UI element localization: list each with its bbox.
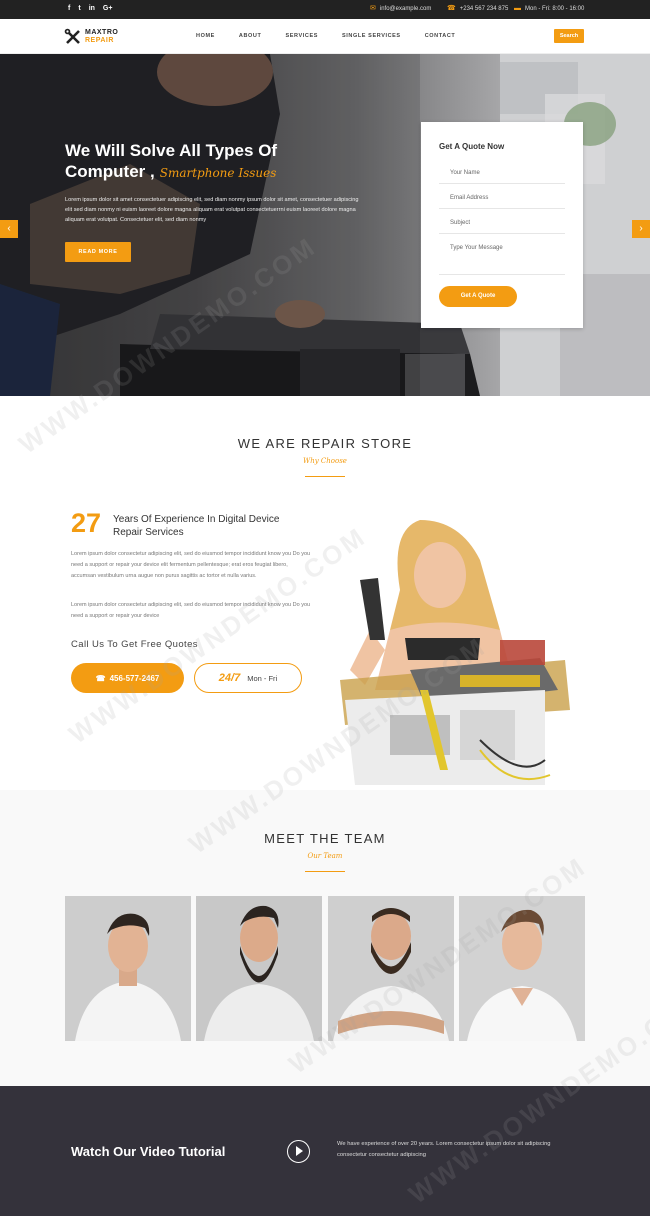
contact-email[interactable]: ✉ info@example.com [370, 5, 431, 13]
search-button[interactable]: Search [554, 29, 584, 43]
years-text: Years Of Experience In Digital Device Re… [113, 514, 280, 538]
subject-field[interactable]: Subject [439, 220, 565, 234]
email-text: info@example.com [379, 6, 432, 12]
hours-days: Mon - Fri [247, 673, 278, 683]
play-icon[interactable] [287, 1140, 310, 1163]
call-label: Call Us To Get Free Quotes [71, 639, 198, 650]
logo[interactable]: MAXTRO REPAIR [64, 26, 124, 48]
nav-menu: HOME ABOUT SERVICES SINGLE SERVICES CONT… [196, 33, 479, 39]
video-section: Watch Our Video Tutorial We have experie… [0, 1086, 650, 1216]
hero-description: Lorem ipsum dolor sit amet consectetuer … [65, 197, 359, 223]
google-plus-icon[interactable]: G+ [103, 5, 113, 13]
social-links: f t in G+ [68, 5, 112, 13]
hero-heading-line2: Computer , [65, 162, 155, 181]
team-member-3[interactable] [328, 896, 454, 1041]
nav-item-services[interactable]: SERVICES [285, 33, 318, 39]
email-field[interactable]: Email Address [439, 195, 565, 209]
hours-button[interactable]: 24/7 Mon - Fri [194, 663, 302, 693]
repair-store-subtitle: Why Choose [303, 457, 347, 465]
logo-text-secondary: REPAIR [85, 37, 114, 44]
phone-text: +234 567 234 875 [459, 6, 509, 12]
team-member-1[interactable] [65, 896, 191, 1041]
nav-item-about[interactable]: ABOUT [239, 33, 262, 39]
hours-24-7: 24/7 [218, 672, 241, 684]
contact-hours: ▬ Mon - Fri: 8:00 - 16:00 [514, 5, 584, 13]
nav-item-home[interactable]: HOME [196, 33, 215, 39]
team-member-4-photo [459, 896, 585, 1041]
nav-item-single-services[interactable]: SINGLE SERVICES [342, 33, 401, 39]
call-phone-button[interactable]: ☎ 456-577-2467 [71, 663, 184, 693]
call-phone-number: 456-577-2467 [109, 673, 160, 683]
nav-item-contact[interactable]: CONTACT [425, 33, 456, 39]
quote-form-title: Get A Quote Now [439, 142, 505, 151]
hero-heading-line1: We Will Solve All Types Of [65, 141, 278, 160]
team-member-2-photo [196, 896, 322, 1041]
team-member-1-photo [65, 896, 191, 1041]
phone-icon: ☎ [447, 5, 456, 12]
slider-prev-arrow-icon[interactable]: ‹ [0, 220, 18, 238]
wrench-screwdriver-icon [64, 28, 80, 44]
read-more-button[interactable]: READ MORE [65, 242, 131, 262]
team-subtitle: Our Team [307, 852, 343, 860]
phone-icon: ☎ [95, 673, 106, 683]
envelope-icon: ✉ [370, 5, 376, 12]
message-field[interactable]: Type Your Message [439, 245, 565, 275]
video-description: We have experience of over 20 years. Lor… [337, 1141, 551, 1158]
team-member-2[interactable] [196, 896, 322, 1041]
hero-heading-script: Smartphone Issues [159, 166, 277, 180]
woman-with-computer-parts-image [340, 520, 570, 785]
quote-form: Get A Quote Now Your Name Email Address … [421, 122, 583, 328]
contact-phone[interactable]: ☎ +234 567 234 875 [447, 5, 508, 13]
linkedin-icon[interactable]: in [89, 5, 95, 13]
team-title: MEET THE TEAM [264, 831, 386, 846]
slider-next-arrow-icon[interactable]: › [632, 220, 650, 238]
name-field[interactable]: Your Name [439, 170, 565, 184]
team-member-3-photo [328, 896, 454, 1041]
top-bar: f t in G+ ✉ info@example.com ☎ +234 567 … [0, 0, 650, 19]
get-quote-button[interactable]: Get A Quote [439, 286, 517, 307]
logo-text-primary: MAXTRO [85, 29, 119, 36]
about-paragraph-2: Lorem ipsum dolor consectetur adipiscing… [71, 602, 311, 619]
repair-store-divider [305, 476, 345, 477]
main-navbar: MAXTRO REPAIR HOME ABOUT SERVICES SINGLE… [0, 19, 650, 54]
video-title: Watch Our Video Tutorial [71, 1144, 226, 1159]
about-paragraph-1: Lorem ipsum dolor consectetur adipiscing… [71, 551, 311, 579]
years-number: 27 [71, 508, 102, 538]
twitter-icon[interactable]: t [78, 5, 80, 13]
hours-text: Mon - Fri: 8:00 - 16:00 [525, 6, 585, 12]
clock-icon: ▬ [514, 5, 521, 12]
facebook-icon[interactable]: f [68, 5, 70, 13]
repair-store-title: WE ARE REPAIR STORE [237, 436, 413, 451]
hero-heading: We Will Solve All Types Of Computer , Sm… [65, 140, 365, 184]
team-member-4[interactable] [459, 896, 585, 1041]
hero-slider: We Will Solve All Types Of Computer , Sm… [0, 54, 650, 396]
team-divider [305, 871, 345, 872]
